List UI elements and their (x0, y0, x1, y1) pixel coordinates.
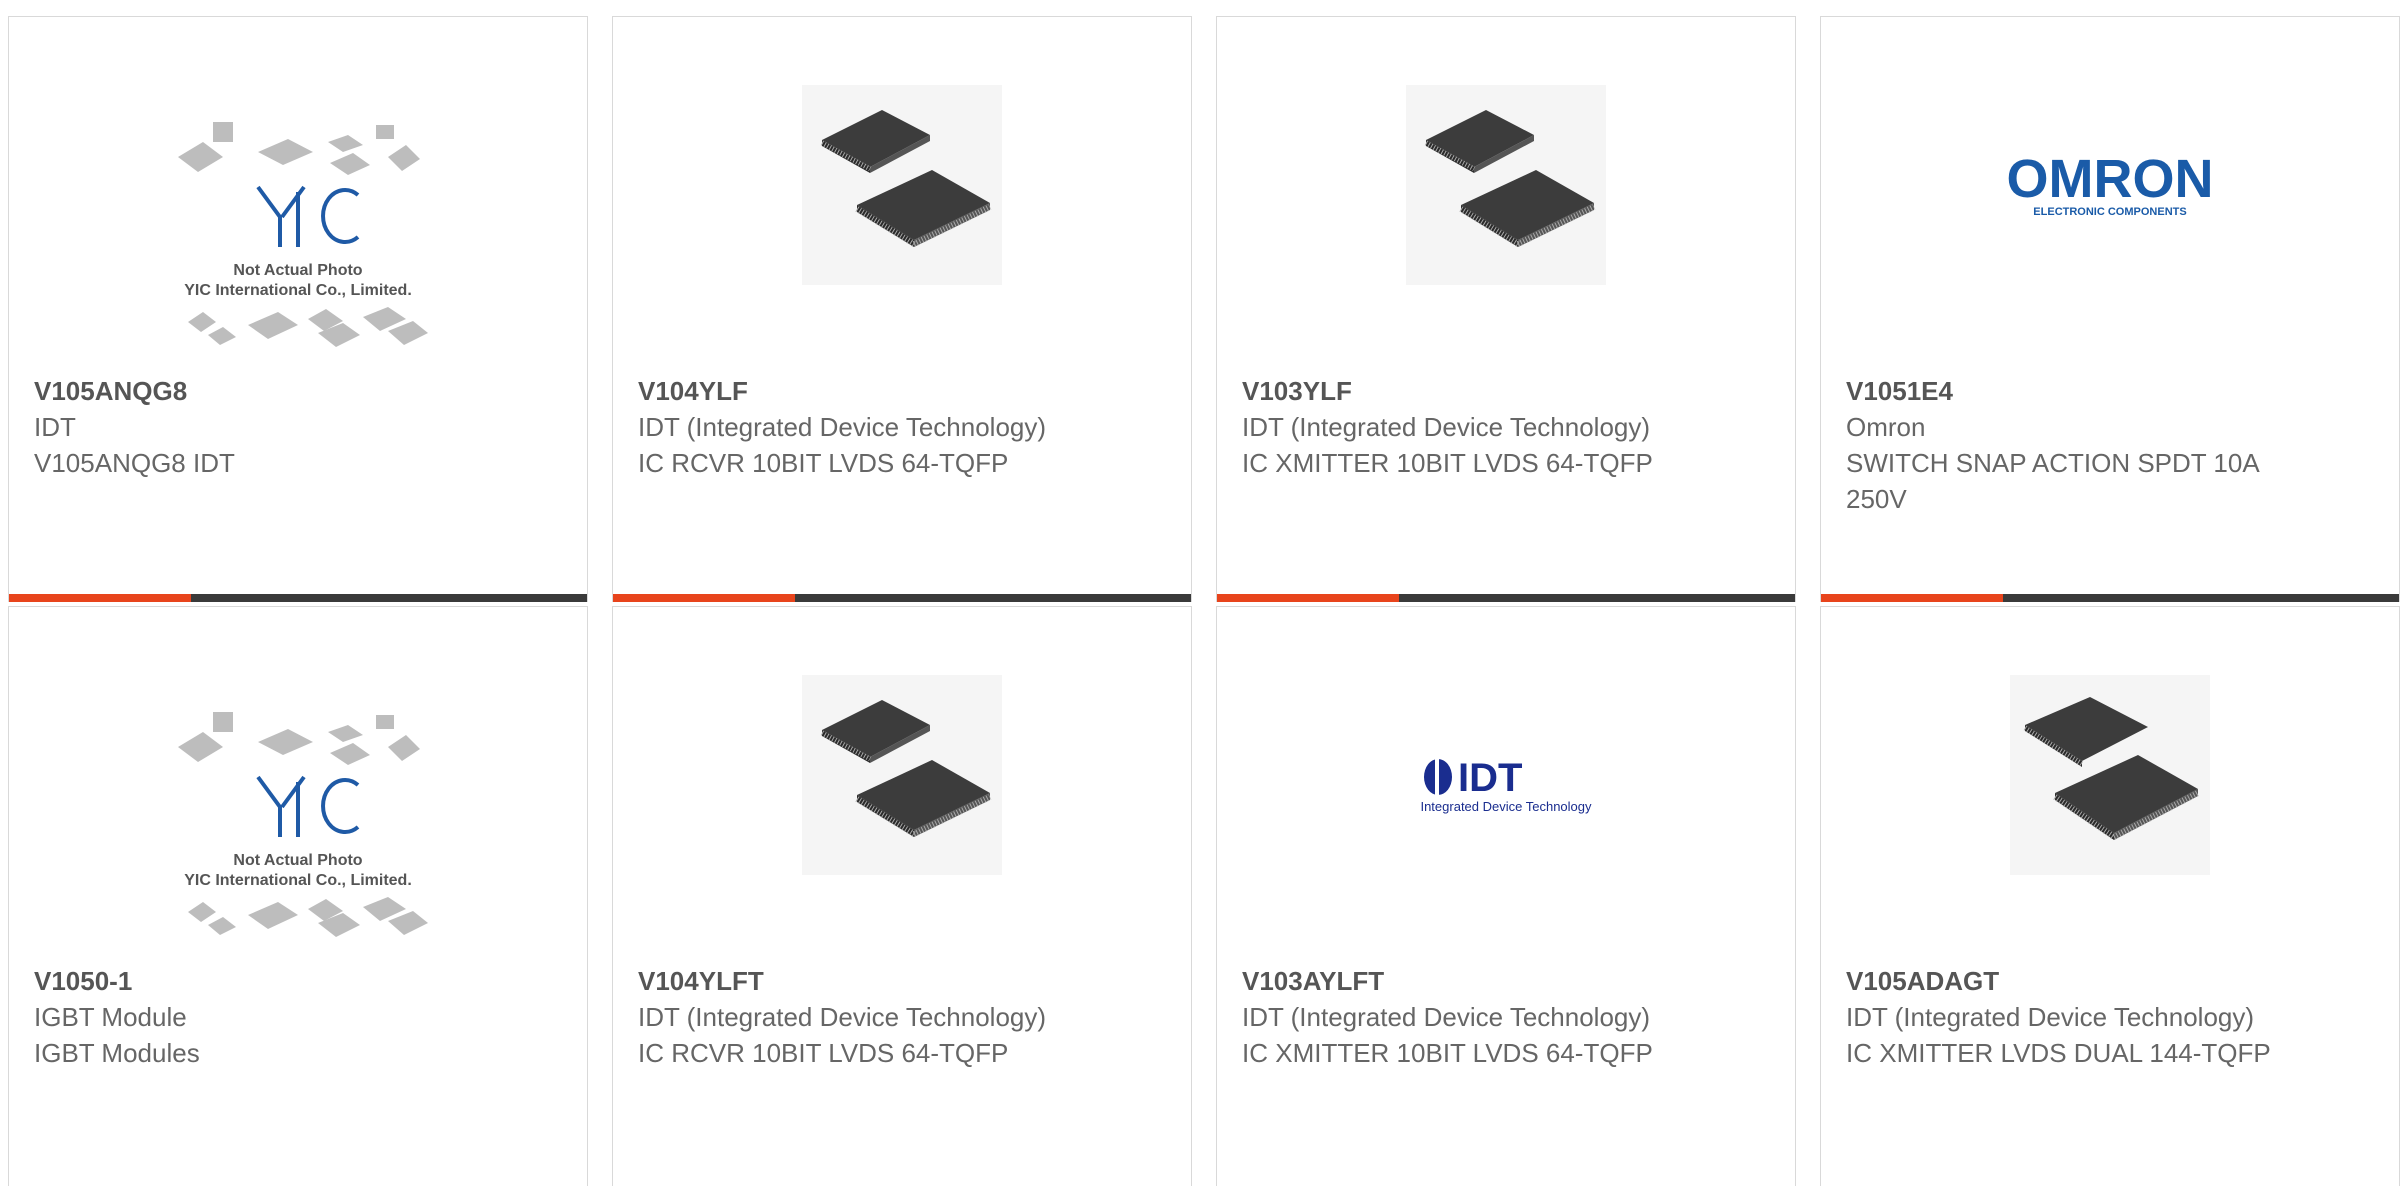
description: IC XMITTER LVDS DUAL 144-TQFP (1846, 1038, 2271, 1068)
description: IGBT Modules (34, 1038, 200, 1068)
product-image[interactable]: Not Actual Photo YIC International Co., … (9, 607, 587, 949)
placeholder-line1: Not Actual Photo (233, 852, 362, 869)
placeholder-line2: YIC International Co., Limited. (184, 872, 412, 889)
product-image[interactable]: OMRON ELECTRONIC COMPONENTS (1821, 17, 2399, 359)
product-info: V105ADAGT IDT (Integrated Device Technol… (1846, 963, 2276, 1071)
manufacturer: IDT (Integrated Device Technology) (1242, 412, 1651, 442)
tqfp-chip-icon (802, 85, 1002, 285)
idt-logo-subtext: Integrated Device Technology (1420, 799, 1592, 814)
product-card[interactable]: IDT Integrated Device Technology V103AYL… (1216, 606, 1796, 1186)
card-accent (1821, 594, 2003, 602)
description: SWITCH SNAP ACTION SPDT 10A 250V (1846, 448, 2259, 514)
product-info: V105ANQG8 IDT V105ANQG8 IDT (34, 373, 464, 481)
manufacturer: IDT (Integrated Device Technology) (638, 412, 1047, 442)
card-bottom-bar (1217, 594, 1795, 602)
product-image[interactable] (613, 607, 1191, 949)
product-card[interactable]: V103YLF IDT (Integrated Device Technolog… (1216, 16, 1796, 602)
description: IC XMITTER 10BIT LVDS 64-TQFP (1242, 448, 1653, 478)
product-card[interactable]: V104YLFT IDT (Integrated Device Technolo… (612, 606, 1192, 1186)
manufacturer: IDT (Integrated Device Technology) (1242, 1002, 1651, 1032)
product-image[interactable]: Not Actual Photo YIC International Co., … (9, 17, 587, 359)
part-number[interactable]: V104YLFT (638, 963, 1068, 999)
omron-logo-subtext: ELECTRONIC COMPONENTS (2033, 206, 2186, 218)
tqfp-chip-icon (802, 675, 1002, 875)
card-accent (613, 594, 795, 602)
product-card[interactable]: V104YLF IDT (Integrated Device Technolog… (612, 16, 1192, 602)
part-number[interactable]: V103YLF (1242, 373, 1672, 409)
product-info: V1050-1 IGBT Module IGBT Modules (34, 963, 464, 1071)
product-grid: Not Actual Photo YIC International Co., … (0, 0, 2400, 1186)
card-accent (9, 594, 191, 602)
manufacturer: IDT (34, 412, 76, 442)
product-image[interactable] (613, 17, 1191, 359)
description: IC RCVR 10BIT LVDS 64-TQFP (638, 1038, 1009, 1068)
not-actual-photo-icon: Not Actual Photo YIC International Co., … (178, 122, 428, 347)
tqfp-chip-icon (1406, 85, 1606, 285)
idt-logo-text: IDT (1458, 756, 1522, 800)
part-number[interactable]: V1051E4 (1846, 373, 2276, 409)
product-image[interactable]: IDT Integrated Device Technology (1217, 607, 1795, 949)
part-number[interactable]: V104YLF (638, 373, 1068, 409)
product-card[interactable]: V105ADAGT IDT (Integrated Device Technol… (1820, 606, 2400, 1186)
not-actual-photo-icon: Not Actual Photo YIC International Co., … (178, 712, 428, 937)
product-info: V104YLFT IDT (Integrated Device Technolo… (638, 963, 1068, 1071)
product-info: V103YLF IDT (Integrated Device Technolog… (1242, 373, 1672, 481)
card-bottom-bar (613, 594, 1191, 602)
idt-logo-icon: IDT Integrated Device Technology (1420, 756, 1592, 814)
product-info: V103AYLFT IDT (Integrated Device Technol… (1242, 963, 1672, 1071)
description: V105ANQG8 IDT (34, 448, 235, 478)
card-bottom-bar (1821, 594, 2399, 602)
part-number[interactable]: V105ADAGT (1846, 963, 2276, 999)
product-image[interactable] (1821, 607, 2399, 949)
manufacturer: IGBT Module (34, 1002, 187, 1032)
product-info: V1051E4 Omron SWITCH SNAP ACTION SPDT 10… (1846, 373, 2276, 517)
placeholder-line1: Not Actual Photo (233, 262, 362, 279)
manufacturer: IDT (Integrated Device Technology) (1846, 1002, 2255, 1032)
omron-logo-text: OMRON (2007, 149, 2214, 209)
placeholder-line2: YIC International Co., Limited. (184, 282, 412, 299)
product-card[interactable]: OMRON ELECTRONIC COMPONENTS V1051E4 Omro… (1820, 16, 2400, 602)
product-card[interactable]: Not Actual Photo YIC International Co., … (8, 606, 588, 1186)
manufacturer: Omron (1846, 412, 1926, 442)
card-accent (1217, 594, 1399, 602)
description: IC RCVR 10BIT LVDS 64-TQFP (638, 448, 1009, 478)
product-info: V104YLF IDT (Integrated Device Technolog… (638, 373, 1068, 481)
description: IC XMITTER 10BIT LVDS 64-TQFP (1242, 1038, 1653, 1068)
part-number[interactable]: V105ANQG8 (34, 373, 464, 409)
product-card[interactable]: Not Actual Photo YIC International Co., … (8, 16, 588, 602)
part-number[interactable]: V103AYLFT (1242, 963, 1672, 999)
manufacturer: IDT (Integrated Device Technology) (638, 1002, 1047, 1032)
product-image[interactable] (1217, 17, 1795, 359)
tqfp-chip-large-icon (2010, 675, 2210, 875)
omron-logo-icon: OMRON ELECTRONIC COMPONENTS (2007, 149, 2214, 218)
part-number[interactable]: V1050-1 (34, 963, 464, 999)
card-bottom-bar (9, 594, 587, 602)
